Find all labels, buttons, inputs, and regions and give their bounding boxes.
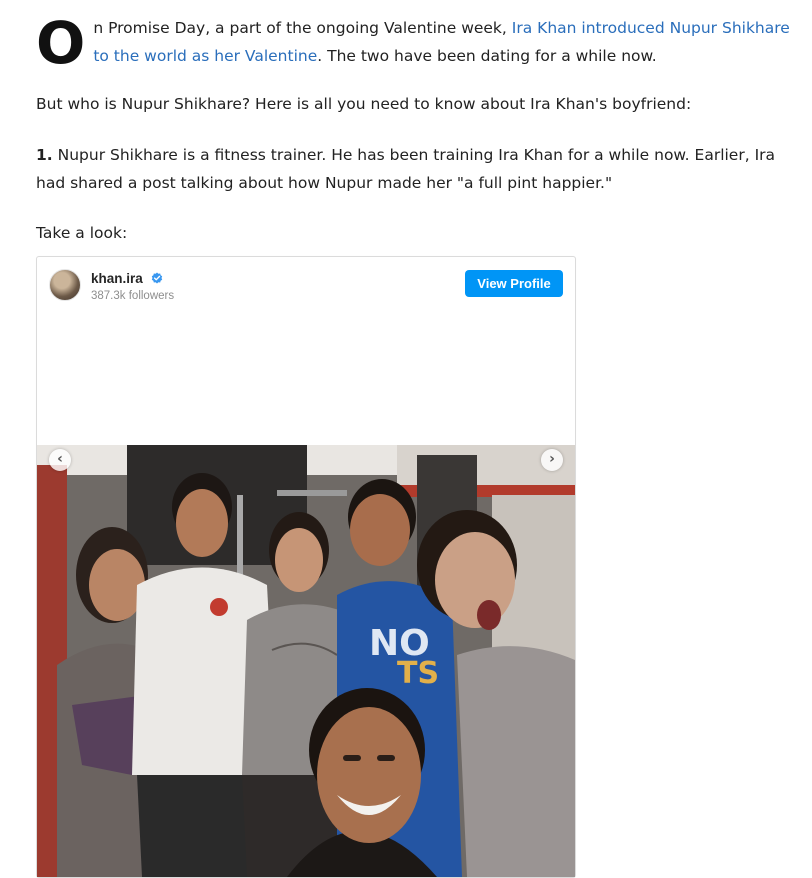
chevron-left-icon: ‹: [57, 451, 63, 467]
verified-badge-icon: [151, 272, 163, 284]
intro-paragraph: On Promise Day, a part of the ongoing Va…: [36, 9, 796, 77]
carousel-prev-icon[interactable]: ‹: [49, 449, 71, 471]
question-paragraph: But who is Nupur Shikhare? Here is all y…: [36, 95, 692, 113]
intro-text-after: . The two have been dating for a while n…: [317, 47, 657, 65]
shirt-text-2: TS: [397, 656, 439, 691]
drop-cap: O: [36, 9, 86, 77]
user-info: khan.ira 387.3k followers: [91, 268, 174, 302]
chevron-right-icon: ›: [549, 451, 555, 467]
username[interactable]: khan.ira: [91, 271, 143, 286]
take-a-look-text: Take a look:: [36, 224, 128, 242]
instagram-embed: khan.ira 387.3k followers View Profile N…: [36, 256, 576, 878]
post-photo[interactable]: NO TS: [37, 445, 575, 877]
view-profile-button[interactable]: View Profile: [465, 270, 563, 297]
gym-selfie-image: NO TS: [37, 445, 575, 877]
point-number: 1.: [36, 146, 53, 164]
carousel-next-icon[interactable]: ›: [541, 449, 563, 471]
point-text: Nupur Shikhare is a fitness trainer. He …: [36, 146, 776, 192]
intro-text-before: n Promise Day, a part of the ongoing Val…: [93, 19, 512, 37]
followers-count: 387.3k followers: [91, 290, 175, 302]
point-one-paragraph: 1. Nupur Shikhare is a fitness trainer. …: [36, 141, 796, 197]
embed-header: khan.ira 387.3k followers View Profile: [49, 268, 563, 302]
avatar[interactable]: [49, 269, 81, 301]
